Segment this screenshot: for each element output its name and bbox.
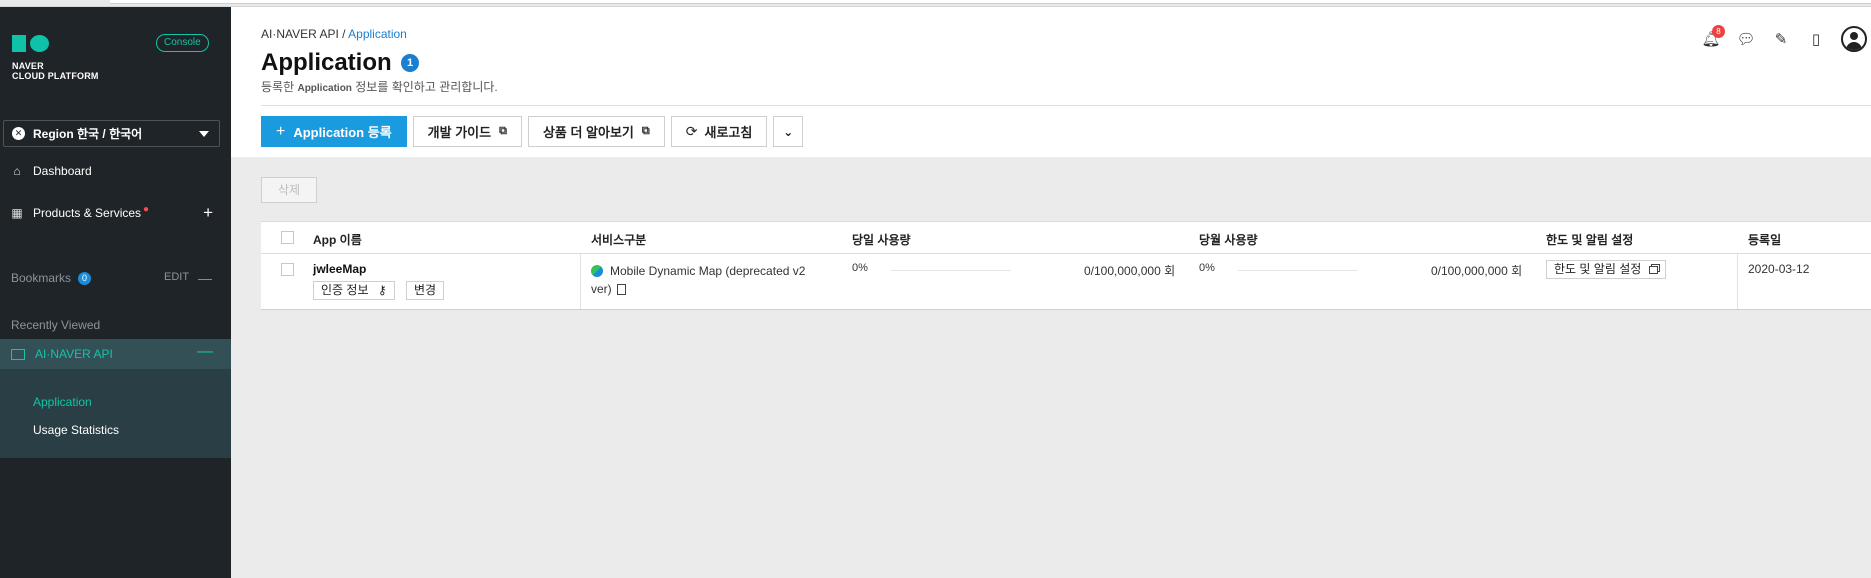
sidebar-item-ai-naver-api[interactable]: AI·NAVER API — xyxy=(0,339,231,369)
sidebar: NAVER CLOUD PLATFORM Console ✕ Region 한국… xyxy=(0,7,231,578)
dev-guide-button[interactable]: 개발 가이드 ⧉ xyxy=(412,116,522,147)
col-limit-settings[interactable]: 한도 및 알림 설정 xyxy=(1546,231,1633,248)
chat-icon[interactable]: 💬︎ xyxy=(1736,29,1756,49)
auth-info-button[interactable]: 인증 정보 ⚷ xyxy=(313,281,395,300)
top-right-icons: 🔔︎ 8 💬︎ ✎ ▯ xyxy=(1686,25,1871,52)
app-name: jwleeMap xyxy=(313,262,367,276)
add-product-icon[interactable]: + xyxy=(203,204,213,222)
table-row[interactable]: jwleeMap 인증 정보 ⚷ 변경 Mobile Dynamic Map (… xyxy=(261,254,1871,309)
popup-icon xyxy=(1649,266,1659,274)
region-selector[interactable]: ✕ Region 한국 / 한국어 xyxy=(3,120,220,147)
products-label: Products & Services xyxy=(33,206,142,220)
api-icon xyxy=(11,348,25,360)
region-label: Region 한국 / 한국어 xyxy=(33,127,143,141)
delete-button[interactable]: 삭제 xyxy=(261,177,317,203)
chevron-down-icon xyxy=(199,131,209,137)
notification-badge: 8 xyxy=(1712,25,1725,38)
sidebar-item-dashboard[interactable]: ⌂ Dashboard xyxy=(11,162,92,180)
table-header: App 이름 서비스구분 당일 사용량 당월 사용량 한도 및 알림 설정 등록… xyxy=(261,222,1871,254)
doc-icon[interactable] xyxy=(616,284,626,295)
map-service-icon xyxy=(591,265,603,277)
register-application-button[interactable]: + Application 등록 xyxy=(261,116,407,147)
plus-icon: + xyxy=(276,122,286,140)
logo-text-line1: NAVER xyxy=(12,61,44,71)
user-avatar-icon[interactable] xyxy=(1841,26,1867,52)
recently-viewed-label: Recently Viewed xyxy=(11,318,101,332)
breadcrumb-current[interactable]: Application xyxy=(348,27,407,41)
bookmarks-count: 0 xyxy=(78,271,92,285)
grid-icon: ▦ xyxy=(11,206,23,220)
memo-icon[interactable]: ✎ xyxy=(1771,29,1791,49)
collapse-bookmarks-icon[interactable]: — xyxy=(198,270,212,286)
header-divider xyxy=(261,105,1871,106)
globe-icon: ✕ xyxy=(12,127,25,140)
change-button[interactable]: 변경 xyxy=(406,281,445,300)
more-dropdown-button[interactable]: ⌄ xyxy=(773,116,804,147)
daily-usage: 0/100,000,000 회 xyxy=(1084,264,1176,278)
col-registered[interactable]: 등록일 xyxy=(1748,231,1781,248)
breadcrumb-root[interactable]: AI·NAVER API / xyxy=(261,27,345,41)
sidebar-item-application[interactable]: Application xyxy=(33,395,92,409)
col-service[interactable]: 서비스구분 xyxy=(591,231,646,248)
col-monthly-usage[interactable]: 당월 사용량 xyxy=(1199,231,1258,248)
sidebar-item-products[interactable]: ▦ Products & Services ● xyxy=(11,204,216,222)
collapse-section-icon[interactable]: — xyxy=(197,343,213,361)
external-link-icon: ⧉ xyxy=(499,125,507,137)
application-table: App 이름 서비스구분 당일 사용량 당월 사용량 한도 및 알림 설정 등록… xyxy=(261,221,1871,310)
refresh-icon: ⟳ xyxy=(685,123,698,139)
col-app-name[interactable]: App 이름 xyxy=(313,231,362,248)
row-checkbox[interactable] xyxy=(281,263,294,276)
breadcrumb: AI·NAVER API / Application xyxy=(261,27,407,41)
external-link-icon: ⧉ xyxy=(641,125,650,137)
console-badge[interactable]: Console xyxy=(156,34,209,52)
learn-more-button[interactable]: 상품 더 알아보기 ⧉ xyxy=(527,116,665,147)
col-daily-usage[interactable]: 당일 사용량 xyxy=(852,231,911,248)
limit-settings-button[interactable]: 한도 및 알림 설정 xyxy=(1546,260,1667,279)
ai-naver-api-section: AI·NAVER API — Application Usage Statist… xyxy=(0,339,231,458)
page-header: AI·NAVER API / Application Application 1… xyxy=(231,7,1871,157)
registered-date: 2020-03-12 xyxy=(1748,262,1810,276)
col-divider xyxy=(1737,254,1738,309)
book-icon[interactable]: ▯ xyxy=(1806,29,1826,49)
browser-top-strip xyxy=(0,0,1871,7)
new-dot-icon: ● xyxy=(143,203,150,215)
sidebar-item-usage-statistics[interactable]: Usage Statistics xyxy=(33,423,119,437)
service-cell: Mobile Dynamic Map (deprecated v2 ver) xyxy=(591,264,806,296)
dashboard-label: Dashboard xyxy=(33,164,92,178)
monthly-progress-bar xyxy=(1238,270,1358,271)
ai-naver-api-label: AI·NAVER API xyxy=(35,347,113,361)
naver-cloud-logo[interactable]: NAVER CLOUD PLATFORM xyxy=(12,35,132,95)
bell-icon[interactable]: 🔔︎ 8 xyxy=(1701,25,1725,49)
col-divider xyxy=(580,254,581,309)
daily-percent: 0% xyxy=(852,262,868,274)
daily-progress-bar xyxy=(891,270,1011,271)
page-subtitle: 등록한 Application 정보를 확인하고 관리합니다. xyxy=(261,80,498,94)
logo-text-line2: CLOUD PLATFORM xyxy=(12,71,99,81)
monthly-usage: 0/100,000,000 회 xyxy=(1431,264,1523,278)
bookmarks-edit-button[interactable]: EDIT xyxy=(164,271,189,283)
monthly-percent: 0% xyxy=(1199,262,1215,274)
home-icon: ⌂ xyxy=(13,164,21,178)
key-icon: ⚷ xyxy=(377,283,387,297)
chevron-down-icon: ⌄ xyxy=(783,124,794,139)
bookmarks-header[interactable]: Bookmarks 0 xyxy=(11,271,92,285)
toolbar: + Application 등록 개발 가이드 ⧉ 상품 더 알아보기 ⧉ ⟳ … xyxy=(261,116,809,148)
page-title: Application xyxy=(261,49,392,76)
title-count-badge: 1 xyxy=(401,54,419,72)
select-all-checkbox[interactable] xyxy=(281,231,294,244)
bookmarks-label: Bookmarks xyxy=(11,271,72,285)
refresh-button[interactable]: ⟳ 새로고침 xyxy=(670,116,768,147)
